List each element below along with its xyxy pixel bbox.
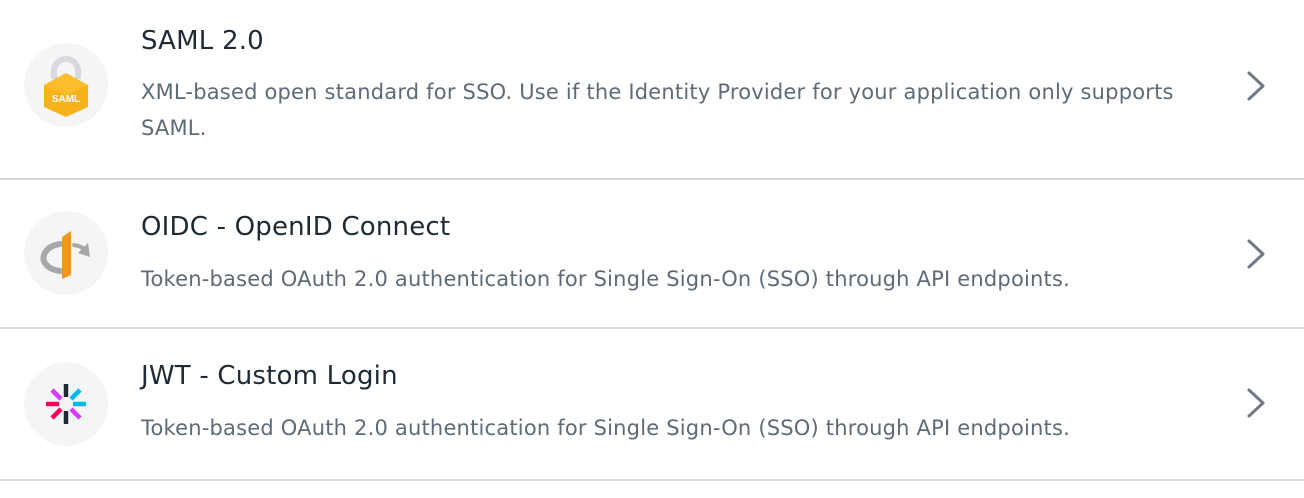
saml-icon-label: SAML: [52, 94, 80, 105]
connection-title: OIDC - OpenID Connect: [141, 212, 451, 242]
saml-icon: SAML: [24, 43, 108, 127]
connection-title: SAML 2.0: [141, 26, 264, 56]
chevron-right-icon: [1247, 239, 1265, 269]
connection-item-oidc[interactable]: OIDC - OpenID Connect Token-based OAuth …: [0, 180, 1304, 329]
chevron-right-icon: [1247, 388, 1265, 418]
connection-item-jwt[interactable]: JWT - Custom Login Token-based OAuth 2.0…: [0, 329, 1304, 481]
connection-description: Token-based OAuth 2.0 authentication for…: [141, 267, 1070, 291]
jwt-icon: [24, 362, 108, 446]
connection-description: XML-based open standard for SSO. Use if …: [141, 80, 1174, 140]
connection-description: Token-based OAuth 2.0 authentication for…: [141, 416, 1070, 440]
chevron-right-icon: [1247, 71, 1265, 101]
connection-item-saml[interactable]: SAML SAML 2.0 XML-based open standard fo…: [0, 0, 1304, 180]
connection-type-list: SAML SAML 2.0 XML-based open standard fo…: [0, 0, 1304, 498]
openid-icon: [24, 211, 108, 295]
connection-title: JWT - Custom Login: [141, 361, 398, 391]
